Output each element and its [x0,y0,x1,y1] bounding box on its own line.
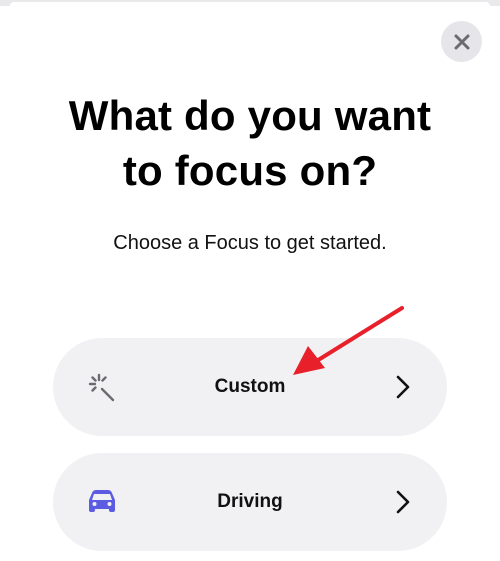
page-subtitle: Choose a Focus to get started. [113,232,387,254]
focus-option-driving[interactable]: Driving [53,453,447,551]
page-title: What do you want to focus on? [0,88,500,198]
close-icon [453,33,471,51]
chevron-right-icon [395,490,411,514]
title-line-2: to focus on? [122,147,378,194]
option-label: Driving [217,491,283,512]
sheet-top-edge [0,0,500,6]
focus-setup-sheet: What do you want to focus on? Choose a F… [0,0,500,561]
close-button[interactable] [441,21,482,62]
option-label: Custom [214,376,286,397]
chevron-right-icon [395,375,411,399]
title-line-1: What do you want [68,92,432,139]
focus-option-custom[interactable]: Custom [53,338,447,436]
sheet-lip [10,2,490,6]
